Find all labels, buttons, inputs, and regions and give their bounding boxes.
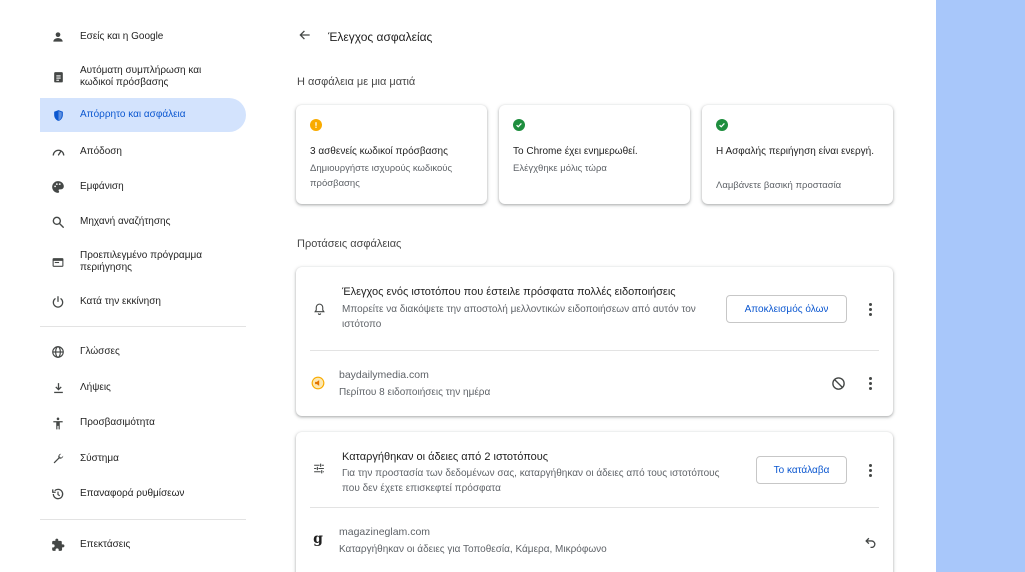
sidebar-item-on-startup[interactable]: Κατά την εκκίνηση bbox=[40, 294, 246, 310]
site-detail: Καταργήθηκαν οι άδειες για Τοποθεσία, Κά… bbox=[339, 544, 607, 555]
notifications-review-panel: Έλεγχος ενός ιστοτόπου που έστειλε πρόσφ… bbox=[296, 267, 893, 416]
sidebar-item-label: Επαναφορά ρυθμίσεων bbox=[80, 488, 185, 499]
check-circle-icon bbox=[513, 119, 525, 131]
sidebar-item-search-engine[interactable]: Μηχανή αναζήτησης bbox=[40, 214, 246, 230]
glance-section-title: Η ασφάλεια με μια ματιά bbox=[297, 76, 416, 88]
bell-icon bbox=[311, 301, 327, 317]
card-subtitle: Δημιουργήστε ισχυρούς κωδικούς πρόσβασης bbox=[310, 163, 453, 189]
sidebar-item-languages[interactable]: Γλώσσες bbox=[40, 344, 246, 360]
sidebar-item-label: Εσείς και η Google bbox=[80, 31, 164, 42]
suggestions-section-title: Προτάσεις ασφάλειας bbox=[297, 238, 402, 250]
block-icon[interactable] bbox=[829, 374, 847, 392]
site-detail: Περίπου 8 ειδοποιήσεις την ημέρα bbox=[339, 387, 491, 398]
wrench-icon bbox=[50, 451, 66, 467]
palette-icon bbox=[50, 179, 66, 195]
sidebar-item-default-browser[interactable]: Προεπιλεγμένο πρόγραμμα περιήγησης bbox=[40, 249, 246, 275]
sidebar-item-downloads[interactable]: Λήψεις bbox=[40, 380, 246, 396]
sidebar-item-label: Προεπιλεγμένο πρόγραμμα περιήγησης bbox=[80, 250, 202, 273]
card-title: Η Ασφαλής περιήγηση είναι ενεργή. bbox=[716, 146, 875, 157]
history-icon bbox=[50, 486, 66, 502]
card-subtitle: Ελέγχθηκε μόλις τώρα bbox=[513, 163, 607, 174]
sidebar-item-label: Προσβασιμότητα bbox=[80, 417, 155, 428]
more-options-icon[interactable] bbox=[862, 375, 878, 391]
sidebar-item-label: Γλώσσες bbox=[80, 346, 120, 357]
sidebar-item-label: Λήψεις bbox=[80, 382, 111, 393]
sidebar-item-label: Εμφάνιση bbox=[80, 181, 124, 192]
site-favicon-icon: g bbox=[313, 531, 323, 547]
sidebar-item-label: Απόδοση bbox=[80, 146, 122, 157]
panel-title: Έλεγχος ενός ιστοτόπου που έστειλε πρόσφ… bbox=[342, 286, 676, 298]
sidebar-item-appearance[interactable]: Εμφάνιση bbox=[40, 179, 246, 195]
speedometer-icon bbox=[50, 144, 66, 160]
panel-divider bbox=[310, 350, 879, 351]
card-title: 3 ασθενείς κωδικοί πρόσβασης bbox=[310, 146, 448, 157]
panel-divider bbox=[310, 507, 879, 508]
sidebar-item-privacy-security[interactable]: Απόρρητο και ασφάλεια bbox=[40, 98, 246, 132]
browser-icon bbox=[50, 254, 66, 270]
site-favicon-icon bbox=[310, 375, 326, 391]
panel-description: Μπορείτε να διακόψετε την αποστολή μελλο… bbox=[342, 304, 696, 330]
sidebar-divider bbox=[40, 326, 246, 327]
side-panel-background bbox=[936, 0, 1025, 572]
search-icon bbox=[50, 214, 66, 230]
sidebar-item-label: Μηχανή αναζήτησης bbox=[80, 216, 171, 227]
got-it-button[interactable]: Το κατάλαβα bbox=[756, 456, 847, 484]
tune-icon bbox=[311, 460, 327, 476]
card-title: Το Chrome έχει ενημερωθεί. bbox=[513, 146, 638, 157]
block-all-button[interactable]: Αποκλεισμός όλων bbox=[726, 295, 847, 323]
panel-description: Για την προστασία των δεδομένων σας, κατ… bbox=[342, 468, 720, 494]
back-arrow-icon[interactable] bbox=[298, 28, 314, 44]
sidebar-divider bbox=[40, 519, 246, 520]
clipboard-icon bbox=[50, 69, 66, 85]
site-name: baydailymedia.com bbox=[339, 369, 429, 381]
sidebar-item-you-and-google[interactable]: Εσείς και η Google bbox=[40, 29, 246, 45]
card-subtitle: Λαμβάνετε βασική προστασία bbox=[716, 180, 842, 191]
sidebar-item-extensions[interactable]: Επεκτάσεις bbox=[40, 537, 246, 553]
chrome-updated-card[interactable]: Το Chrome έχει ενημερωθεί. Ελέγχθηκε μόλ… bbox=[499, 105, 690, 204]
power-icon bbox=[50, 294, 66, 310]
sidebar-item-accessibility[interactable]: Προσβασιμότητα bbox=[40, 415, 246, 431]
more-options-icon[interactable] bbox=[862, 462, 878, 478]
sidebar-item-label: Αυτόματη συμπλήρωση και κωδικοί πρόσβαση… bbox=[80, 65, 202, 88]
sidebar-item-system[interactable]: Σύστημα bbox=[40, 451, 246, 467]
settings-sidebar: Εσείς και η Google Αυτόματη συμπλήρωση κ… bbox=[0, 0, 262, 572]
sidebar-item-reset-settings[interactable]: Επαναφορά ρυθμίσεων bbox=[40, 486, 246, 502]
undo-icon[interactable] bbox=[861, 532, 879, 550]
sidebar-item-label: Κατά την εκκίνηση bbox=[80, 296, 161, 307]
puzzle-icon bbox=[50, 537, 66, 553]
safe-browsing-card[interactable]: Η Ασφαλής περιήγηση είναι ενεργή. Λαμβάν… bbox=[702, 105, 893, 204]
page-title: Έλεγχος ασφαλείας bbox=[328, 30, 433, 44]
person-icon bbox=[50, 29, 66, 45]
sidebar-item-label: Σύστημα bbox=[80, 453, 119, 464]
download-icon bbox=[50, 380, 66, 396]
weak-passwords-card[interactable]: 3 ασθενείς κωδικοί πρόσβασης Δημιουργήστ… bbox=[296, 105, 487, 204]
shield-icon bbox=[50, 107, 66, 123]
site-name: magazineglam.com bbox=[339, 526, 431, 538]
globe-icon bbox=[50, 344, 66, 360]
revoked-permissions-panel: Καταργήθηκαν οι άδειες από 2 ιστοτόπους … bbox=[296, 432, 893, 572]
more-options-icon[interactable] bbox=[862, 301, 878, 317]
sidebar-item-label: Επεκτάσεις bbox=[80, 539, 131, 550]
sidebar-item-label: Απόρρητο και ασφάλεια bbox=[80, 109, 186, 120]
warning-icon bbox=[310, 119, 322, 131]
accessibility-icon bbox=[50, 415, 66, 431]
check-circle-icon bbox=[716, 119, 728, 131]
sidebar-item-autofill[interactable]: Αυτόματη συμπλήρωση και κωδικοί πρόσβαση… bbox=[40, 64, 246, 90]
panel-title: Καταργήθηκαν οι άδειες από 2 ιστοτόπους bbox=[342, 451, 549, 463]
sidebar-item-performance[interactable]: Απόδοση bbox=[40, 144, 246, 160]
